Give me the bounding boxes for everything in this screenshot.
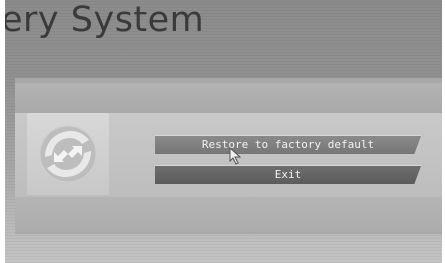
mouse-pointer-icon: [229, 147, 242, 165]
recovery-logo: [27, 113, 109, 195]
dialog-header-band: [15, 83, 442, 113]
dialog-footer-band: [15, 197, 442, 232]
recovery-arrows-icon: [39, 125, 97, 183]
recovery-screen: ery System Restore to factory default Ex…: [5, 0, 442, 263]
exit-button-edge: [155, 165, 421, 166]
exit-button[interactable]: Exit: [155, 166, 421, 184]
restore-button-edge: [155, 135, 421, 136]
screen-title: ery System: [5, 0, 205, 40]
restore-factory-default-button[interactable]: Restore to factory default: [155, 136, 421, 154]
